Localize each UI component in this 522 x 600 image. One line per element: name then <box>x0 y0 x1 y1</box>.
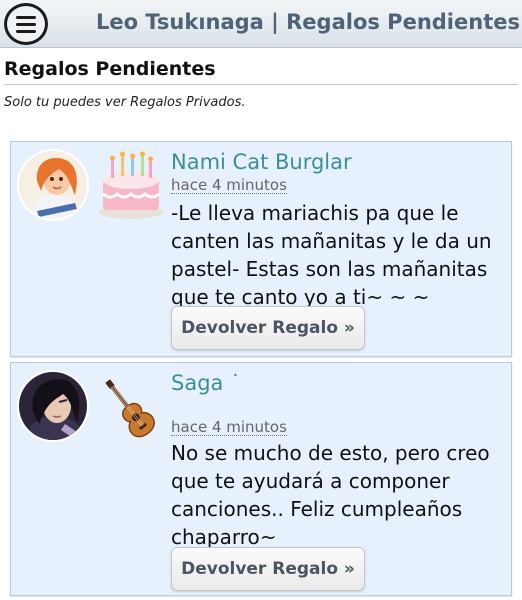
timestamp: hace 4 minutos <box>171 176 287 194</box>
gift-card: Saga ˙ hace 4 minutos No se mucho de est… <box>10 362 512 596</box>
sender-name[interactable]: Nami Cat Burglar <box>171 150 352 174</box>
return-gift-button[interactable]: Devolver Regalo » <box>171 306 365 350</box>
return-gift-button[interactable]: Devolver Regalo » <box>171 547 365 591</box>
menu-line <box>16 30 36 33</box>
menu-line <box>16 23 36 26</box>
avatar-image <box>19 372 87 440</box>
privacy-notice: Solo tu puedes ver Regalos Privados. <box>4 95 246 110</box>
avatar-image <box>19 151 87 219</box>
gift-message: No se mucho de esto, pero creo que te ay… <box>171 441 490 549</box>
sender-avatar[interactable] <box>17 149 89 221</box>
timestamp: hace 4 minutos <box>171 418 287 436</box>
sender-name[interactable]: Saga ˙ <box>171 371 241 395</box>
gift-card: Nami Cat Burglar hace 4 minutos -Le llev… <box>10 141 512 357</box>
menu-button[interactable] <box>4 3 48 45</box>
guitar-icon <box>95 371 167 443</box>
menu-line <box>16 16 36 19</box>
top-bar: Leo Tsukınaga | Regalos Pendientes <box>0 0 522 48</box>
gift-message: -Le lleva mariachis pa que le canten las… <box>171 201 492 309</box>
birthday-cake-icon <box>95 150 167 222</box>
sender-avatar[interactable] <box>17 370 89 442</box>
section-heading: Regalos Pendientes <box>4 58 518 85</box>
page-title: Leo Tsukınaga | Regalos Pendientes <box>96 10 520 34</box>
